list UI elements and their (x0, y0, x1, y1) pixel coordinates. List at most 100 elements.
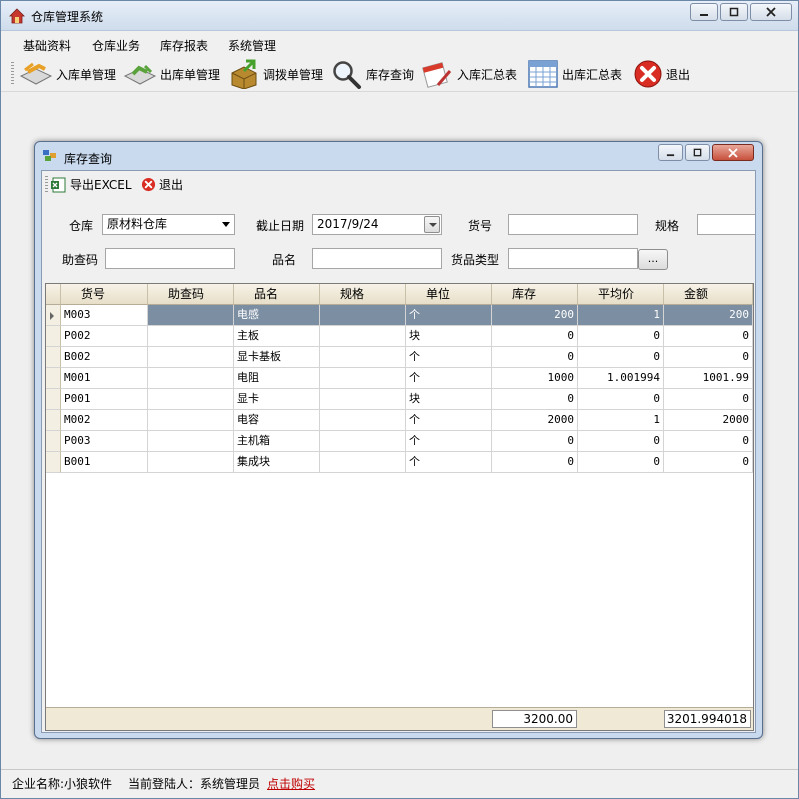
cell-unit[interactable]: 个 (406, 452, 492, 473)
cell-spec[interactable] (320, 389, 406, 410)
cell-stock[interactable]: 2000 (492, 410, 578, 431)
outbound-order-button[interactable]: 出库单管理 (123, 59, 220, 89)
column-header-unit[interactable]: 单位 (406, 284, 492, 305)
table-row[interactable]: P002 主板块 0 0 0 (46, 326, 753, 347)
cell-helper-code[interactable] (148, 368, 234, 389)
row-header-cell[interactable] (46, 368, 61, 389)
category-browse-button[interactable]: ... (638, 249, 668, 270)
row-header-cell[interactable] (46, 452, 61, 473)
menu-basic-data[interactable]: 基础资料 (23, 37, 71, 54)
transfer-order-button[interactable]: 调拨单管理 (228, 59, 323, 89)
column-header-sku[interactable]: 货号 (61, 284, 148, 305)
cell-stock[interactable]: 0 (492, 431, 578, 452)
cell-spec[interactable] (320, 368, 406, 389)
cell-helper-code[interactable] (148, 431, 234, 452)
cell-stock[interactable]: 0 (492, 326, 578, 347)
spec-input[interactable] (697, 214, 755, 235)
outbound-summary-button[interactable]: 出库汇总表 (527, 59, 622, 89)
cell-amount[interactable]: 0 (664, 389, 753, 410)
column-header-amount[interactable]: 金额 (664, 284, 753, 305)
child-minimize-button[interactable] (658, 144, 683, 161)
cell-avg-price[interactable]: 0 (578, 431, 664, 452)
child-maximize-button[interactable] (685, 144, 710, 161)
cell-avg-price[interactable]: 0 (578, 326, 664, 347)
sku-input[interactable] (508, 214, 638, 235)
cell-avg-price[interactable]: 1.001994 (578, 368, 664, 389)
export-excel-button[interactable]: 导出EXCEL (51, 176, 132, 193)
cell-product-name[interactable]: 主板 (234, 326, 320, 347)
exit-button[interactable]: 退出 (633, 59, 690, 89)
cell-amount[interactable]: 0 (664, 431, 753, 452)
product-name-input[interactable] (312, 248, 442, 269)
cell-helper-code[interactable] (148, 389, 234, 410)
cutoff-date-picker[interactable]: 2017/9/24 (312, 214, 442, 235)
cell-stock[interactable]: 0 (492, 347, 578, 368)
cell-amount[interactable]: 0 (664, 347, 753, 368)
minimize-button[interactable] (690, 3, 718, 21)
column-header-avg-price[interactable]: 平均价 (578, 284, 664, 305)
buy-link[interactable]: 点击购买 (267, 775, 315, 792)
row-header-cell[interactable] (46, 305, 61, 326)
cell-product-name[interactable]: 主机箱 (234, 431, 320, 452)
cell-avg-price[interactable]: 0 (578, 347, 664, 368)
cell-stock[interactable]: 200 (492, 305, 578, 326)
table-row[interactable]: B001 集成块个 0 0 0 (46, 452, 753, 473)
cell-helper-code[interactable] (148, 410, 234, 431)
table-row[interactable]: M001 电阻 个 1000 1.001994 1001.99 (46, 368, 753, 389)
cell-product-name[interactable]: 电感 (234, 305, 320, 326)
table-row[interactable]: P001 显卡块 0 0 0 (46, 389, 753, 410)
table-row[interactable]: M003 电感个 200 1 200 (46, 305, 753, 326)
cell-avg-price[interactable]: 0 (578, 452, 664, 473)
cell-spec[interactable] (320, 326, 406, 347)
category-input[interactable] (508, 248, 638, 269)
cell-amount[interactable]: 200 (664, 305, 753, 326)
cell-sku[interactable]: P001 (61, 389, 148, 410)
cell-stock[interactable]: 0 (492, 452, 578, 473)
menu-stock-reports[interactable]: 库存报表 (160, 37, 208, 54)
table-row[interactable]: P003 主机箱个 0 0 0 (46, 431, 753, 452)
cell-sku[interactable]: M003 (61, 305, 148, 326)
column-header-product-name[interactable]: 品名 (234, 284, 320, 305)
cell-unit[interactable]: 个 (406, 305, 492, 326)
cell-product-name[interactable]: 集成块 (234, 452, 320, 473)
table-row[interactable]: M002 电容个 2000 1 2000 (46, 410, 753, 431)
child-title-bar[interactable]: 库存查询 (35, 142, 762, 169)
cell-amount[interactable]: 1001.99 (664, 368, 753, 389)
child-close-button[interactable] (712, 144, 754, 161)
toolbar-grip[interactable] (11, 62, 14, 86)
cell-sku[interactable]: P002 (61, 326, 148, 347)
inbound-order-button[interactable]: 入库单管理 (19, 59, 116, 89)
cell-product-name[interactable]: 电阻 (234, 368, 320, 389)
close-button[interactable] (750, 3, 792, 21)
stock-query-button[interactable]: 库存查询 (331, 59, 414, 89)
cell-helper-code[interactable] (148, 326, 234, 347)
inbound-summary-button[interactable]: 入库汇总表 (422, 59, 517, 89)
cell-avg-price[interactable]: 1 (578, 305, 664, 326)
cell-unit[interactable]: 个 (406, 368, 492, 389)
row-header-cell[interactable] (46, 431, 61, 452)
column-header-stock[interactable]: 库存 (492, 284, 578, 305)
cell-spec[interactable] (320, 305, 406, 326)
row-header-cell[interactable] (46, 389, 61, 410)
cell-amount[interactable]: 2000 (664, 410, 753, 431)
cell-stock[interactable]: 0 (492, 389, 578, 410)
child-exit-button[interactable]: 退出 (141, 176, 183, 193)
cell-stock[interactable]: 1000 (492, 368, 578, 389)
cell-sku[interactable]: B002 (61, 347, 148, 368)
cell-unit[interactable]: 个 (406, 347, 492, 368)
cell-spec[interactable] (320, 410, 406, 431)
cell-spec[interactable] (320, 431, 406, 452)
column-header-helper-code[interactable]: 助查码 (148, 284, 234, 305)
cell-product-name[interactable]: 电容 (234, 410, 320, 431)
column-header-spec[interactable]: 规格 (320, 284, 406, 305)
cell-unit[interactable]: 块 (406, 389, 492, 410)
cell-sku[interactable]: B001 (61, 452, 148, 473)
cell-unit[interactable]: 个 (406, 410, 492, 431)
row-header-cell[interactable] (46, 410, 61, 431)
cell-unit[interactable]: 块 (406, 326, 492, 347)
restore-button[interactable] (720, 3, 748, 21)
helper-code-input[interactable] (105, 248, 235, 269)
cell-sku[interactable]: M002 (61, 410, 148, 431)
cell-spec[interactable] (320, 452, 406, 473)
cell-helper-code[interactable] (148, 452, 234, 473)
